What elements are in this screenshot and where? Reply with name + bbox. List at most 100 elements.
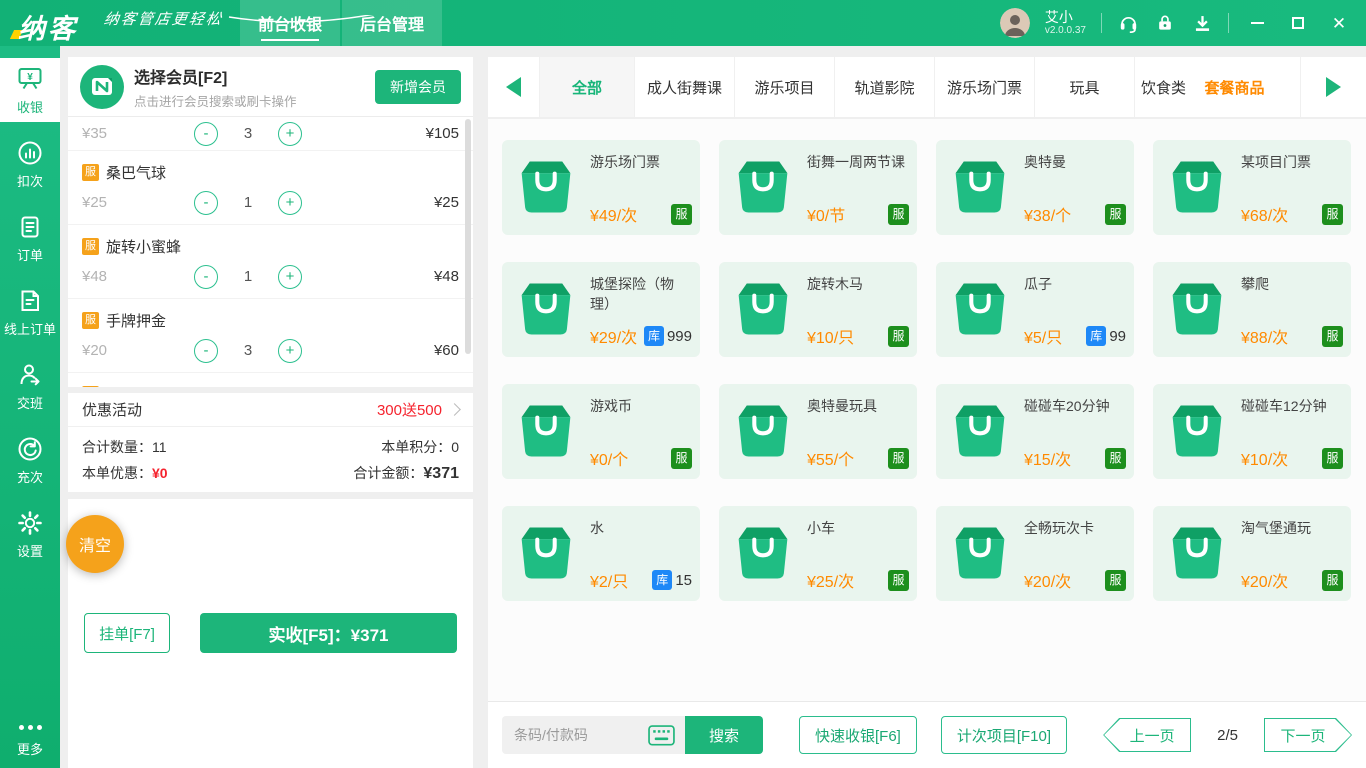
- prev-page-button[interactable]: 上一页: [1103, 718, 1191, 752]
- product-card[interactable]: 水 ¥2/只 库 库 15: [502, 506, 700, 601]
- service-badge: 服: [1322, 204, 1343, 225]
- decrease-quantity-button[interactable]: -: [194, 191, 218, 215]
- product-name: 攀爬: [1241, 274, 1343, 294]
- add-member-button[interactable]: 新增会员: [375, 70, 461, 104]
- product-name: 全畅玩次卡: [1024, 518, 1126, 538]
- service-badge: 服: [82, 164, 99, 181]
- category-tab[interactable]: 全部: [540, 57, 635, 117]
- cart-item-name: 手牌押金: [106, 310, 166, 331]
- product-card[interactable]: 游乐场门票 ¥49/次 服 服: [502, 140, 700, 235]
- cart-item-quantity: 3: [240, 125, 256, 142]
- product-card[interactable]: 攀爬 ¥88/次 服 服: [1153, 262, 1351, 357]
- product-card[interactable]: 游戏币 ¥0/个 服 服: [502, 384, 700, 479]
- sidebar-item-orders[interactable]: 订单: [0, 206, 60, 270]
- product-card[interactable]: 旋转木马 ¥10/只 服 服: [719, 262, 917, 357]
- arrow-right-icon: [1326, 77, 1341, 97]
- increase-quantity-button[interactable]: +: [278, 191, 302, 215]
- product-card[interactable]: 全畅玩次卡 ¥20/次 服 服: [936, 506, 1134, 601]
- sidebar-item-deduct-count[interactable]: 扣次: [0, 132, 60, 196]
- product-card[interactable]: 碰碰车20分钟 ¥15/次 服 服: [936, 384, 1134, 479]
- decrease-quantity-button[interactable]: -: [194, 339, 218, 363]
- count-item-button[interactable]: 计次项目[F10]: [941, 716, 1067, 754]
- support-icon[interactable]: [1117, 12, 1139, 34]
- quick-cashier-button[interactable]: 快速收银[F6]: [799, 716, 917, 754]
- sidebar-item-recharge-count[interactable]: 充次: [0, 428, 60, 492]
- product-price: ¥10/次: [1241, 446, 1288, 470]
- avatar[interactable]: [1000, 8, 1030, 38]
- tab-back-admin[interactable]: 后台管理: [342, 0, 442, 46]
- search-button[interactable]: 搜索: [685, 716, 763, 754]
- stock-badge: 库: [644, 326, 664, 346]
- product-card[interactable]: 奥特曼玩具 ¥55/个 服 服: [719, 384, 917, 479]
- product-name: 水: [590, 518, 692, 538]
- category-tab[interactable]: 玩具: [1035, 57, 1135, 117]
- promo-row[interactable]: 优惠活动 300送500: [68, 393, 473, 426]
- cart-item[interactable]: 服 手牌押金 ¥20 - 3 + ¥60: [68, 299, 473, 373]
- product-card[interactable]: 瓜子 ¥5/只 库 库 99: [936, 262, 1134, 357]
- decrease-quantity-button[interactable]: -: [194, 122, 218, 146]
- download-icon[interactable]: [1191, 12, 1213, 34]
- keyboard-icon[interactable]: [648, 725, 675, 745]
- sidebar-item-shift-change[interactable]: 交班: [0, 354, 60, 418]
- decrease-quantity-button[interactable]: -: [194, 265, 218, 289]
- category-tabs: 全部 成人街舞课 游乐项目 轨道影院 游乐场门票 玩具 饮食类 套餐商品: [540, 57, 1282, 117]
- lock-icon[interactable]: [1154, 12, 1176, 34]
- app-logo: 纳客: [18, 7, 78, 46]
- product-card[interactable]: 奥特曼 ¥38/个 服 服: [936, 140, 1134, 235]
- product-price: ¥20/次: [1241, 568, 1288, 592]
- product-card[interactable]: 某项目门票 ¥68/次 服 服: [1153, 140, 1351, 235]
- product-price: ¥88/次: [1241, 324, 1288, 348]
- cart-item-total: ¥60: [434, 342, 459, 359]
- product-card[interactable]: 碰碰车12分钟 ¥10/次 服 服: [1153, 384, 1351, 479]
- category-tab[interactable]: 轨道影院: [835, 57, 935, 117]
- shopping-bag-icon: [517, 402, 575, 460]
- clear-cart-button[interactable]: 清空: [66, 515, 124, 573]
- product-card[interactable]: 街舞一周两节课 ¥0/节 服 服: [719, 140, 917, 235]
- product-card[interactable]: 淘气堡通玩 ¥20/次 服 服: [1153, 506, 1351, 601]
- category-tab[interactable]: 套餐商品: [1187, 57, 1282, 117]
- shift-change-icon: [16, 361, 44, 389]
- hold-order-button[interactable]: 挂单[F7]: [84, 613, 170, 653]
- product-card[interactable]: 城堡探险（物理） ¥29/次 库 库 999: [502, 262, 700, 357]
- search-group: 搜索: [502, 716, 763, 754]
- scroll-categories-left-button[interactable]: [488, 57, 540, 117]
- checkout-button[interactable]: 实收[F5]：¥371: [200, 613, 457, 653]
- cart-item-name: 桑巴气球: [106, 162, 166, 183]
- category-tab[interactable]: 饮食类: [1135, 57, 1187, 117]
- cart-item[interactable]: 服 桑巴气球 ¥25 - 1 + ¥25: [68, 151, 473, 225]
- recharge-count-icon: [16, 435, 44, 463]
- increase-quantity-button[interactable]: +: [278, 339, 302, 363]
- category-tab[interactable]: 成人街舞课: [635, 57, 735, 117]
- sidebar-more[interactable]: 更多: [0, 725, 60, 758]
- scroll-categories-right-button[interactable]: [1300, 57, 1366, 117]
- shopping-bag-icon: [734, 524, 792, 582]
- sidebar-item-settings[interactable]: 设置: [0, 502, 60, 566]
- product-name: 城堡探险（物理）: [590, 274, 692, 314]
- minimize-button[interactable]: [1244, 10, 1270, 36]
- increase-quantity-button[interactable]: +: [278, 265, 302, 289]
- maximize-button[interactable]: [1285, 10, 1311, 36]
- cart-scrollbar[interactable]: [465, 119, 471, 354]
- next-page-button[interactable]: 下一页: [1264, 718, 1352, 752]
- cart-item[interactable]: 服 手工玩具小熊 ¥35 - 1 + ¥35: [68, 373, 473, 387]
- shopping-bag-icon: [734, 158, 792, 216]
- select-member-card[interactable]: 选择会员[F2] 点击进行会员搜索或刷卡操作 新增会员: [68, 57, 473, 117]
- product-content: 游乐场门票 ¥49/次 服 服: [488, 119, 1366, 768]
- cart-item[interactable]: 服 旋转小蜜蜂 ¥48 - 1 + ¥48: [68, 225, 473, 299]
- sidebar-item-cashier[interactable]: ¥ 收银: [0, 58, 60, 122]
- tab-front-cashier[interactable]: 前台收银: [240, 0, 340, 46]
- service-badge: 服: [1105, 448, 1126, 469]
- bottom-bar: 搜索 快速收银[F6] 计次项目[F10] 上一页 2/5 下一页: [488, 701, 1366, 768]
- product-name: 碰碰车20分钟: [1024, 396, 1126, 416]
- cart-item[interactable]: ¥35 - 3 + ¥105: [68, 117, 473, 151]
- category-tab[interactable]: 游乐项目: [735, 57, 835, 117]
- sidebar-item-online-orders[interactable]: 线上订单: [0, 280, 60, 344]
- close-button[interactable]: ✕: [1326, 10, 1352, 36]
- ellipsis-icon: [19, 725, 42, 730]
- category-tab[interactable]: 游乐场门票: [935, 57, 1035, 117]
- increase-quantity-button[interactable]: +: [278, 122, 302, 146]
- service-badge: 服: [82, 312, 99, 329]
- product-price: ¥29/次: [590, 324, 637, 348]
- product-card[interactable]: 小车 ¥25/次 服 服: [719, 506, 917, 601]
- product-name: 碰碰车12分钟: [1241, 396, 1343, 416]
